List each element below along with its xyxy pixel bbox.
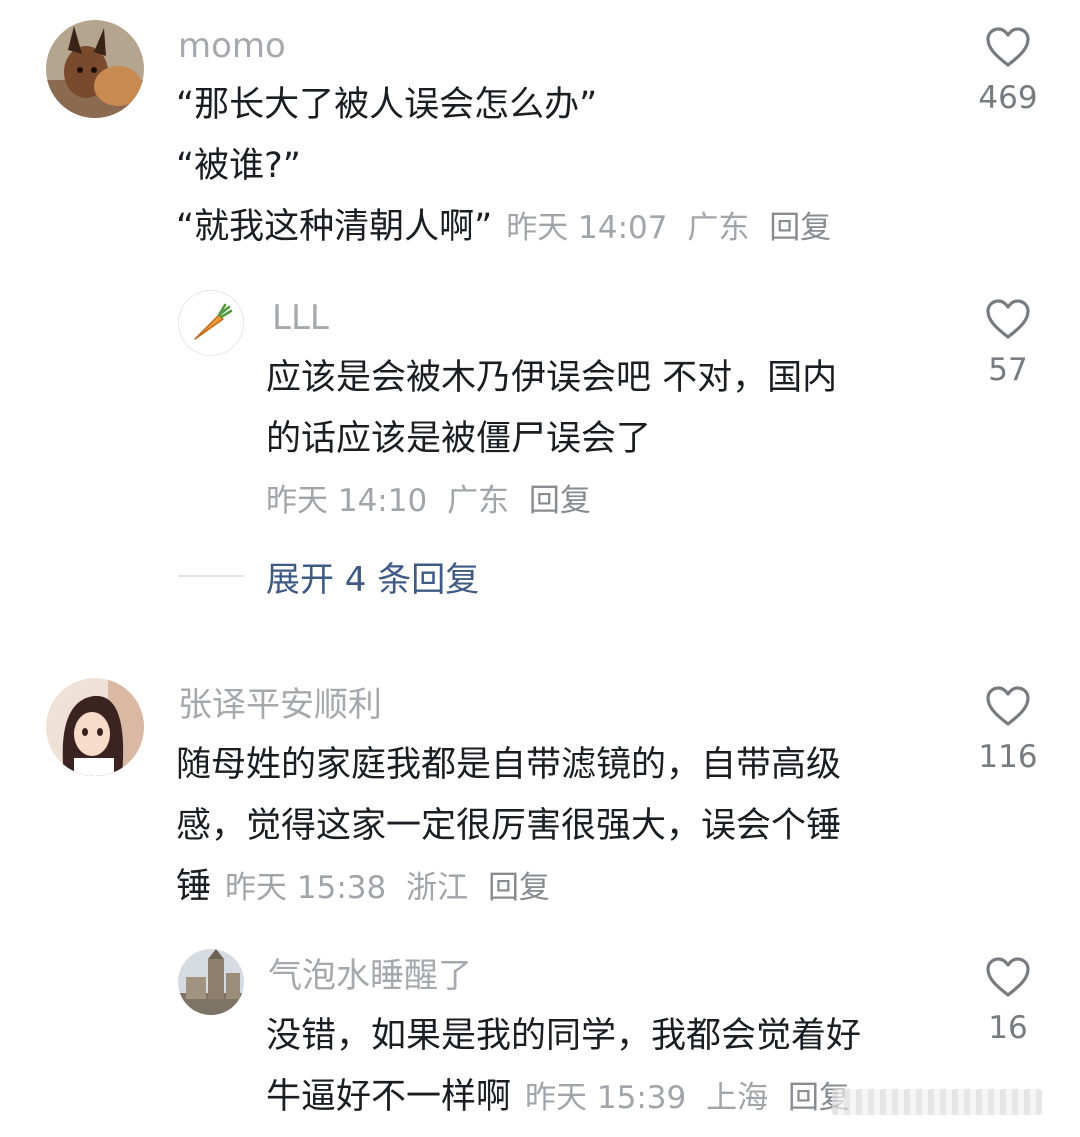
comment-time: 昨天 14:07 [506,210,668,246]
comment-text-line: “那长大了被人误会怎么办” [176,85,598,125]
comment-time: 昨天 15:38 [225,870,387,906]
like-button[interactable]: 57 [958,298,1058,390]
comment-text: 锤 [176,867,212,907]
expand-replies-button[interactable]: 展开 4 条回复 [178,552,479,601]
like-button[interactable]: 16 [958,956,1058,1048]
heart-icon [986,299,1030,339]
building-avatar-icon[interactable] [178,949,244,1015]
reply-meta: 昨天 15:39 上海 回复 [525,1080,850,1116]
comment-text-line: 锤昨天 15:38 浙江 回复 [176,864,550,911]
cat-avatar-icon[interactable] [46,20,144,118]
like-button[interactable]: 116 [958,685,1058,777]
comment-location: 浙江 [406,870,469,906]
like-button[interactable]: 469 [958,26,1058,118]
reply-button[interactable]: 回复 [488,870,550,906]
comment-meta: 昨天 15:38 浙江 回复 [225,870,550,906]
watermark [832,1089,1042,1115]
comment-text-line: 随母姓的家庭我都是自带滤镜的，自带高级 [176,745,842,785]
like-count: 116 [978,739,1038,775]
comment-text-line: 感，觉得这家一定很厉害很强大，误会个锤 [176,806,842,846]
reply-button[interactable]: 回复 [769,210,831,246]
comment-meta: 昨天 14:07 广东 回复 [506,210,831,246]
reply-username[interactable]: LLL [272,298,329,338]
comment-text-line: “被谁?” [176,146,301,186]
comment-username[interactable]: 张译平安顺利 [178,685,382,725]
like-count: 16 [988,1010,1028,1046]
like-count: 57 [988,352,1028,388]
reply-text: 牛逼好不一样啊 [266,1077,512,1117]
reply-text-line: 没错，如果是我的同学，我都会觉着好 [266,1016,862,1056]
heart-icon [986,957,1030,997]
comment-text: “就我这种清朝人啊” [176,207,493,247]
reply-text-line: 应该是会被木乃伊误会吧 不对，国内 [266,358,838,398]
anime-girl-avatar-icon[interactable] [46,678,144,776]
reply-text-line: 的话应该是被僵尸误会了 [266,419,652,459]
heart-icon [986,27,1030,67]
reply-time: 昨天 14:10 [266,483,428,519]
like-count: 469 [978,80,1038,116]
reply-time: 昨天 15:39 [525,1080,687,1116]
reply-location: 上海 [706,1080,769,1116]
carrot-avatar-icon[interactable] [178,290,244,356]
comment-text-line: “就我这种清朝人啊” 昨天 14:07 广东 回复 [176,204,831,251]
expand-divider [178,575,244,577]
reply-location: 广东 [447,483,510,519]
reply-username[interactable]: 气泡水睡醒了 [268,956,472,996]
comment-location: 广东 [687,210,750,246]
reply-button[interactable]: 回复 [529,483,591,519]
reply-meta: 昨天 14:10 广东 回复 [266,481,591,521]
comment-username[interactable]: momo [178,26,286,66]
reply-text-line: 牛逼好不一样啊 昨天 15:39 上海 回复 [266,1074,850,1121]
expand-replies-label[interactable]: 展开 4 条回复 [266,552,479,601]
heart-icon [986,686,1030,726]
